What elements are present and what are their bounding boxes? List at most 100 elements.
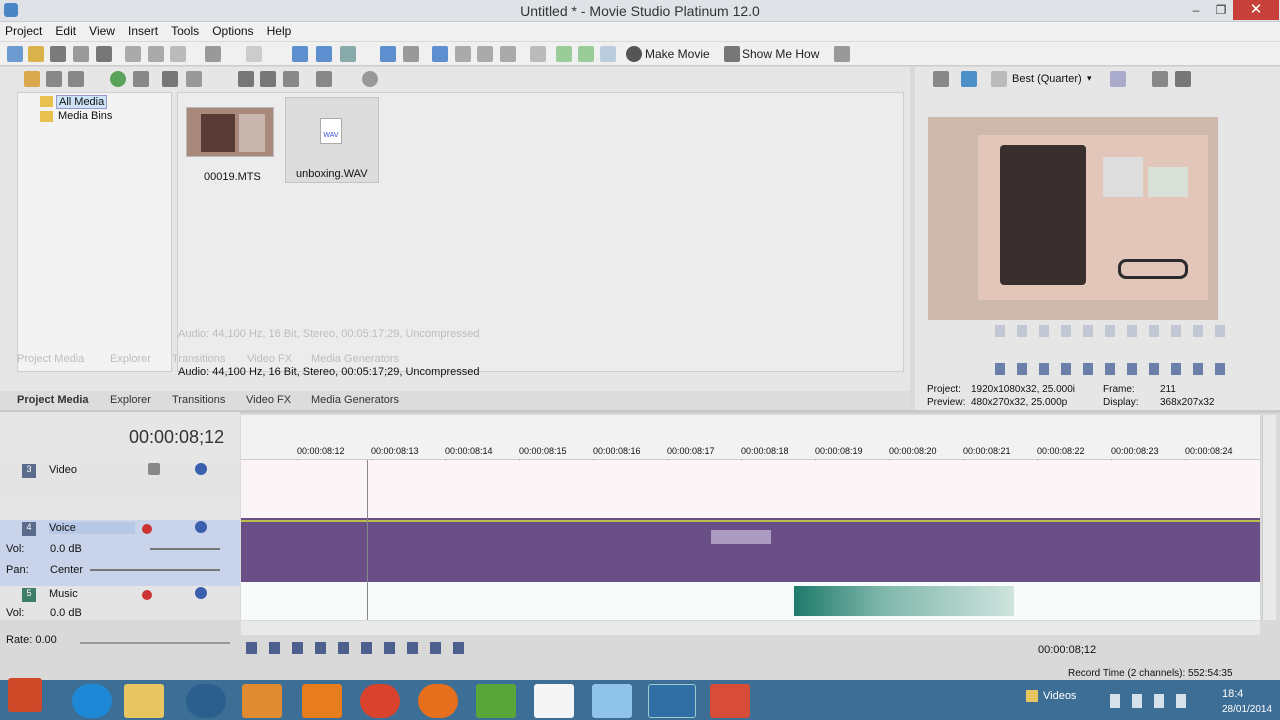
chrome-icon[interactable] <box>360 684 400 718</box>
maximize-button[interactable]: ❐ <box>1208 0 1234 20</box>
media-player-icon[interactable] <box>242 684 282 718</box>
ebay-icon[interactable] <box>534 684 574 718</box>
track-video[interactable]: 3 Video <box>0 462 240 502</box>
undo-icon[interactable] <box>205 46 221 62</box>
track-name[interactable]: Video <box>49 464 77 476</box>
menu-options[interactable]: Options <box>207 23 258 39</box>
split-icon[interactable] <box>530 46 546 62</box>
timeline-tracks[interactable] <box>241 460 1260 620</box>
mute-icon[interactable] <box>195 521 207 533</box>
paste-icon[interactable] <box>170 46 186 62</box>
tab-transitions[interactable]: Transitions <box>172 394 225 406</box>
menu-edit[interactable]: Edit <box>50 23 81 39</box>
timeline-ruler[interactable]: 00:00:08:12 00:00:08:13 00:00:08:14 00:00:0… <box>241 415 1260 624</box>
media-item-audio[interactable]: WAV unboxing.WAV <box>285 97 379 183</box>
menu-tools[interactable]: Tools <box>166 23 204 39</box>
compositing-icon[interactable] <box>148 463 160 475</box>
trim-end-icon[interactable] <box>578 46 594 62</box>
pan-slider[interactable] <box>90 569 220 571</box>
tab-video-fx[interactable]: Video FX <box>246 394 291 406</box>
snap-icon[interactable] <box>292 46 308 62</box>
record-arm-icon[interactable] <box>142 524 152 534</box>
stop-preview-icon[interactable] <box>260 71 276 87</box>
tab-media-generators[interactable]: Media Generators <box>311 394 399 406</box>
file-explorer-icon[interactable] <box>124 684 164 718</box>
track-voice[interactable]: 4 Voice Vol: 0.0 dB Pan: Center <box>0 520 240 590</box>
cursor-time-display[interactable]: 00:00:08;12 <box>1038 644 1096 656</box>
vlc-icon[interactable] <box>302 684 342 718</box>
close-button[interactable]: ✕ <box>1233 0 1279 20</box>
auto-crossfade-icon[interactable] <box>316 46 332 62</box>
properties-media-icon[interactable] <box>186 71 202 87</box>
record-arm-icon[interactable] <box>142 590 152 600</box>
menu-insert[interactable]: Insert <box>123 23 163 39</box>
refresh-icon[interactable] <box>110 71 126 87</box>
redo-icon[interactable] <box>246 46 262 62</box>
track-music[interactable]: 5 Music Vol: 0.0 dB <box>0 586 240 620</box>
volume-slider[interactable] <box>150 548 220 550</box>
copy-icon[interactable] <box>148 46 164 62</box>
clock-date[interactable]: 28/01/2014 <box>1222 704 1272 715</box>
timeline-vscroll[interactable] <box>1262 415 1276 620</box>
new-project-icon[interactable] <box>7 46 23 62</box>
preview-quality-select[interactable]: Best (Quarter) <box>1012 73 1082 85</box>
minimize-button[interactable]: – <box>1183 0 1209 20</box>
preview-settings-icon[interactable] <box>933 71 949 87</box>
ignore-grouping-icon[interactable] <box>403 46 419 62</box>
tray-icons[interactable] <box>1110 694 1195 708</box>
selection-tool-icon[interactable] <box>477 46 493 62</box>
notes-icon[interactable] <box>592 684 632 718</box>
lock-envelopes-icon[interactable] <box>380 46 396 62</box>
menu-view[interactable]: View <box>84 23 120 39</box>
remove-icon[interactable] <box>162 71 178 87</box>
rate-slider[interactable] <box>80 642 230 644</box>
zoom-tool-icon[interactable] <box>500 46 516 62</box>
app-tiles-icon[interactable] <box>710 684 750 718</box>
menu-help[interactable]: Help <box>262 23 297 39</box>
auto-preview-icon[interactable] <box>283 71 299 87</box>
media-fx-icon[interactable] <box>133 71 149 87</box>
cut-icon[interactable] <box>125 46 141 62</box>
help-pointer-icon[interactable] <box>834 46 850 62</box>
preview-fx-icon[interactable] <box>991 71 1007 87</box>
hp-icon[interactable] <box>186 684 226 718</box>
menu-project[interactable]: Project <box>0 23 47 39</box>
timeline-hscroll[interactable] <box>241 621 1260 635</box>
properties-icon[interactable] <box>73 46 89 62</box>
make-movie-icon[interactable] <box>626 46 642 62</box>
tree-item-all-media[interactable]: All Media <box>56 95 108 109</box>
normal-edit-tool-icon[interactable] <box>432 46 448 62</box>
tab-project-media[interactable]: Project Media <box>17 394 89 406</box>
overlays-icon[interactable] <box>1110 71 1126 87</box>
trim-start-icon[interactable] <box>556 46 572 62</box>
import-media-icon[interactable] <box>24 71 40 87</box>
mute-icon[interactable] <box>195 463 207 475</box>
taskbar-videos-label[interactable]: Videos <box>1043 690 1076 702</box>
tree-item-media-bins[interactable]: Media Bins <box>58 110 112 122</box>
media-file-video[interactable]: 00019.MTS <box>204 171 261 183</box>
make-movie-button[interactable]: Make Movie <box>645 47 710 61</box>
mute-icon[interactable] <box>195 587 207 599</box>
copy-snapshot-icon[interactable] <box>1152 71 1168 87</box>
clock-time[interactable]: 18:4 <box>1222 688 1243 700</box>
save-snapshot-icon[interactable] <box>1175 71 1191 87</box>
get-media-icon[interactable] <box>68 71 84 87</box>
marker-icon[interactable] <box>600 46 616 62</box>
track-name[interactable]: Music <box>49 588 78 600</box>
envelope-tool-icon[interactable] <box>455 46 471 62</box>
media-thumbnail-video[interactable] <box>186 107 274 157</box>
chevron-down-icon[interactable]: ▾ <box>1087 73 1092 84</box>
save-icon[interactable] <box>50 46 66 62</box>
show-me-how-icon[interactable] <box>724 46 740 62</box>
search-icon[interactable] <box>362 71 378 87</box>
firefox-icon[interactable] <box>418 684 458 718</box>
views-icon[interactable] <box>316 71 332 87</box>
play-preview-icon[interactable] <box>238 71 254 87</box>
track-name[interactable]: Voice <box>49 522 135 534</box>
videos-folder-icon[interactable] <box>1026 690 1038 702</box>
ripple-icon[interactable] <box>340 46 356 62</box>
start-icon[interactable] <box>8 678 42 712</box>
capture-video-icon[interactable] <box>46 71 62 87</box>
utorrent-icon[interactable] <box>476 684 516 718</box>
tab-explorer[interactable]: Explorer <box>110 394 151 406</box>
